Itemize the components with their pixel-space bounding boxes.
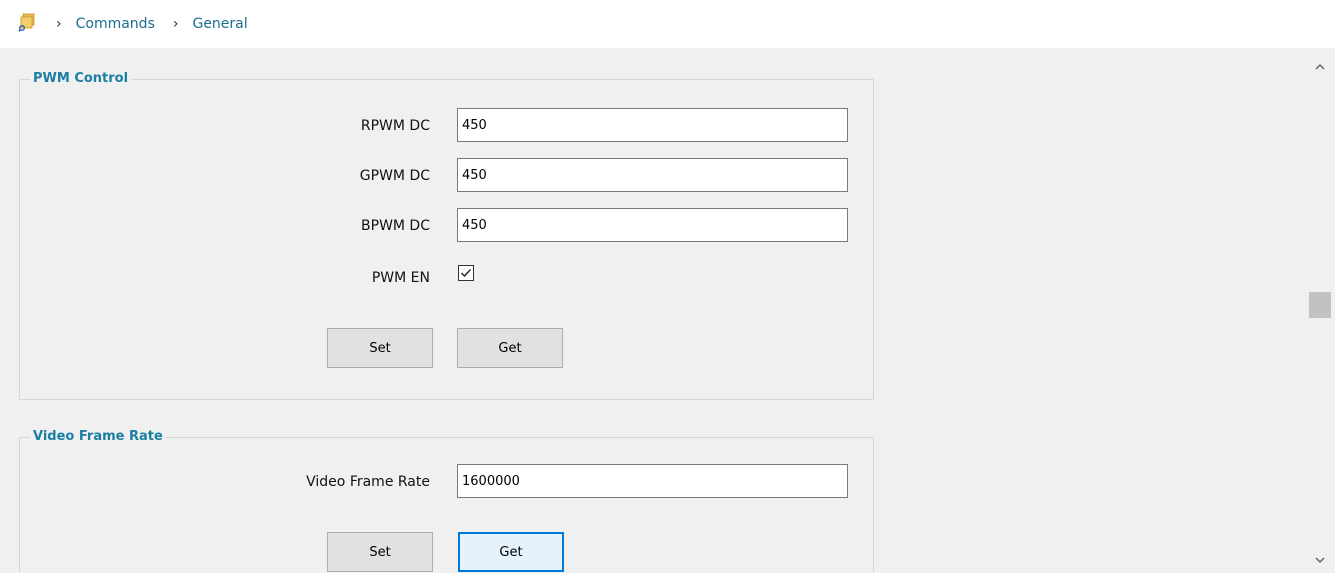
scroll-down-arrow-icon[interactable]: [1305, 547, 1335, 573]
scroll-up-arrow-icon[interactable]: [1305, 54, 1335, 80]
pwm-get-button[interactable]: Get: [457, 328, 563, 368]
pwm-set-button[interactable]: Set: [327, 328, 433, 368]
content-panel: PWM Control RPWM DC GPWM DC BPWM DC PWM …: [0, 48, 1305, 573]
video-frame-rate-set-button[interactable]: Set: [327, 532, 433, 572]
bpwm-dc-label: BPWM DC: [361, 218, 430, 234]
pwm-en-checkbox[interactable]: [458, 265, 474, 281]
video-frame-rate-group: Video Frame Rate Video Frame Rate Set Ge…: [19, 429, 874, 573]
rpwm-dc-label: RPWM DC: [360, 118, 430, 134]
folder-search-icon[interactable]: [18, 12, 36, 32]
breadcrumb-separator: ›: [56, 16, 62, 32]
rpwm-dc-input[interactable]: [457, 108, 848, 142]
video-frame-rate-label: Video Frame Rate: [306, 474, 430, 490]
vertical-scrollbar[interactable]: [1305, 48, 1335, 573]
gpwm-dc-input[interactable]: [457, 158, 848, 192]
pwm-control-group: PWM Control RPWM DC GPWM DC BPWM DC PWM …: [19, 71, 874, 400]
breadcrumb-separator: ›: [172, 16, 179, 32]
pwm-control-legend: PWM Control: [30, 71, 132, 86]
bpwm-dc-input[interactable]: [457, 208, 848, 242]
breadcrumb: › Commands › General: [0, 0, 1335, 48]
video-frame-rate-get-button[interactable]: Get: [458, 532, 564, 572]
scroll-thumb[interactable]: [1309, 292, 1331, 318]
pwm-en-label: PWM EN: [371, 270, 430, 286]
gpwm-dc-label: GPWM DC: [359, 168, 430, 184]
checkmark-icon: [461, 269, 472, 278]
breadcrumb-item-general[interactable]: General: [192, 16, 247, 32]
breadcrumb-item-commands[interactable]: Commands: [76, 16, 155, 32]
video-frame-rate-input[interactable]: [457, 464, 848, 498]
video-frame-rate-legend: Video Frame Rate: [30, 429, 166, 444]
